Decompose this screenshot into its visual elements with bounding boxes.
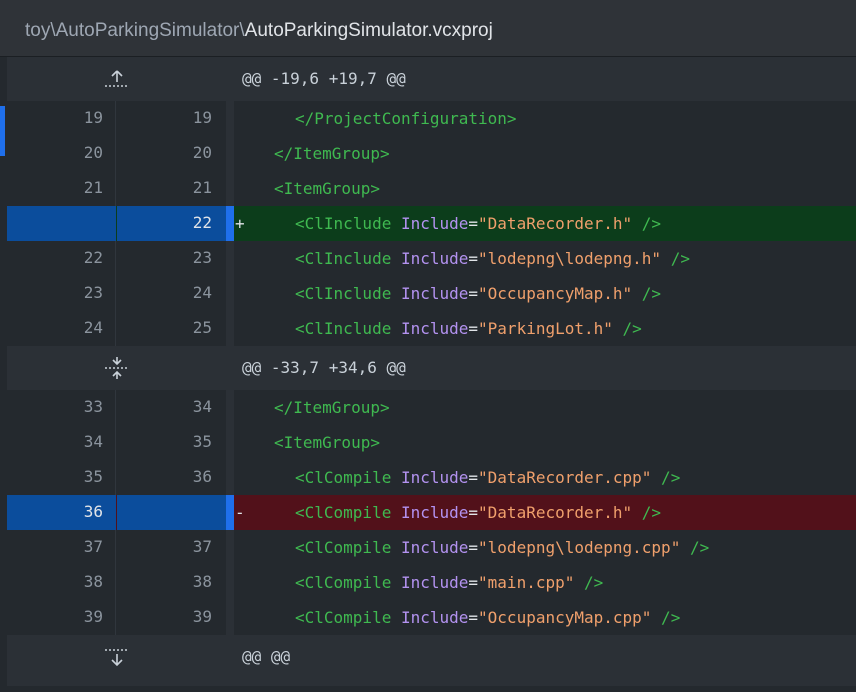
diff-line[interactable]: 21 21 <ItemGroup> [7, 171, 856, 206]
new-line-number: 20 [192, 143, 212, 162]
new-line-number: 37 [192, 537, 212, 556]
old-line-number: 37 [7, 530, 116, 565]
code-text: <ClInclude Include="DataRecorder.h" /> [295, 214, 662, 233]
diff-line[interactable]: 38 38 <ClCompile Include="main.cpp" /> [7, 565, 856, 600]
new-line-number: 19 [192, 108, 212, 127]
hunk-header: @@ -33,7 +34,6 @@ [7, 346, 856, 390]
diff-line[interactable]: 22 23 <ClInclude Include="lodepng\lodepn… [7, 241, 856, 276]
code-text: </ProjectConfiguration> [295, 109, 517, 128]
code-text: <ClCompile Include="lodepng\lodepng.cpp"… [295, 538, 710, 557]
code-text: </ItemGroup> [274, 144, 390, 163]
new-line-number: 35 [192, 432, 212, 451]
expand-up-icon[interactable] [97, 67, 137, 91]
old-line-number [7, 206, 116, 241]
diff-line[interactable]: 24 25 <ClInclude Include="ParkingLot.h" … [7, 311, 856, 346]
old-line-number: 19 [7, 101, 116, 136]
old-line-number: 39 [7, 600, 116, 635]
diff-line[interactable]: 34 35 <ItemGroup> [7, 425, 856, 460]
file-name: AutoParkingSimulator.vcxproj [244, 20, 493, 41]
diff-line-added[interactable]: 22 + <ClInclude Include="DataRecorder.h"… [7, 206, 856, 241]
old-line-number: 35 [7, 460, 116, 495]
old-line-number: 36 [7, 495, 116, 530]
diff-line[interactable]: 19 19 </ProjectConfiguration> [7, 101, 856, 136]
new-line-number: 38 [192, 572, 212, 591]
file-path-header: toy\AutoParkingSimulator\AutoParkingSimu… [0, 0, 856, 57]
new-line-number: 36 [192, 467, 212, 486]
hunk-header: @@ @@ [7, 635, 856, 686]
code-text: <ClCompile Include="OccupancyMap.cpp" /> [295, 608, 681, 627]
old-line-number: 22 [7, 241, 116, 276]
file-directory: toy\AutoParkingSimulator\ [25, 20, 245, 41]
diff-line[interactable]: 23 24 <ClInclude Include="OccupancyMap.h… [7, 276, 856, 311]
old-line-number: 23 [7, 276, 116, 311]
diff-line-removed[interactable]: 36 - <ClCompile Include="DataRecorder.h"… [7, 495, 856, 530]
diff-line[interactable]: 33 34 </ItemGroup> [7, 390, 856, 425]
hunk-header: @@ -19,6 +19,7 @@ [7, 57, 856, 101]
code-text: <ClCompile Include="DataRecorder.cpp" /> [295, 468, 681, 487]
new-line-number [117, 495, 226, 530]
diff-line[interactable]: 39 39 <ClCompile Include="OccupancyMap.c… [7, 600, 856, 635]
hunk-header-text: @@ -33,7 +34,6 @@ [242, 358, 406, 377]
diff-line[interactable]: 37 37 <ClCompile Include="lodepng\lodepn… [7, 530, 856, 565]
expand-down-icon[interactable] [97, 645, 137, 669]
old-line-number: 20 [7, 136, 116, 171]
expand-both-icon[interactable] [97, 356, 137, 380]
diff-line[interactable]: 35 36 <ClCompile Include="DataRecorder.c… [7, 460, 856, 495]
code-text: <ItemGroup> [274, 179, 380, 198]
old-line-number: 24 [7, 311, 116, 346]
code-text: <ClInclude Include="OccupancyMap.h" /> [295, 284, 662, 303]
new-line-number: 23 [192, 248, 212, 267]
code-text: <ClInclude Include="lodepng\lodepng.h" /… [295, 249, 690, 268]
new-line-number: 24 [192, 283, 212, 302]
hunk-header-text: @@ @@ [242, 647, 291, 666]
code-text: <ClInclude Include="ParkingLot.h" /> [295, 319, 642, 338]
old-line-number: 38 [7, 565, 116, 600]
hunk-header-text: @@ -19,6 +19,7 @@ [242, 69, 406, 88]
new-line-number: 25 [192, 318, 212, 337]
old-line-number: 21 [7, 171, 116, 206]
new-line-number: 39 [192, 607, 212, 626]
new-line-number: 34 [192, 397, 212, 416]
code-text: <ClCompile Include="DataRecorder.h" /> [295, 503, 662, 522]
selection-indicator [0, 106, 5, 156]
code-text: <ClCompile Include="main.cpp" /> [295, 573, 604, 592]
code-text: </ItemGroup> [274, 398, 390, 417]
diff-view: @@ -19,6 +19,7 @@ 19 19 </ProjectConfigu… [7, 57, 856, 686]
code-text: <ItemGroup> [274, 433, 380, 452]
new-line-number: 21 [192, 178, 212, 197]
diff-line[interactable]: 20 20 </ItemGroup> [7, 136, 856, 171]
new-line-number: 22 [117, 206, 226, 241]
old-line-number: 34 [7, 425, 116, 460]
old-line-number: 33 [7, 390, 116, 425]
